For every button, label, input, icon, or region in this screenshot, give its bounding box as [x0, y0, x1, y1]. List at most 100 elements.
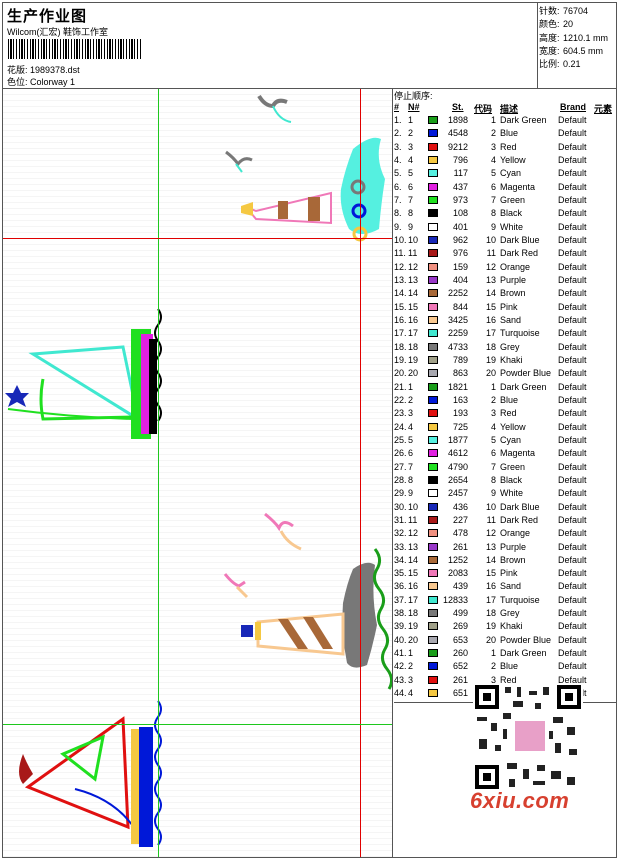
thread-brand: Default	[558, 634, 587, 645]
table-header-row: # N# St. 代码 描述 Brand 元素	[394, 100, 616, 114]
thread-brand: Default	[558, 448, 587, 459]
guide-line-red-vertical	[360, 89, 361, 857]
stitch-count: 796	[452, 154, 468, 165]
stat-label: 宽度:	[539, 45, 560, 56]
table-row: 28. 8 2654 8 Black Default	[394, 474, 616, 487]
color-code: 4	[490, 421, 496, 432]
needle-number: 11	[408, 248, 418, 259]
color-swatch	[428, 449, 438, 458]
color-description: Blue	[500, 661, 519, 672]
color-code: 7	[490, 194, 496, 205]
color-description: Brown	[500, 554, 526, 565]
color-code: 2	[490, 394, 496, 405]
color-code: 14	[485, 288, 496, 299]
stop-number: 40.	[394, 634, 407, 645]
color-swatch	[428, 475, 438, 484]
needle-number: 9	[408, 488, 414, 499]
color-swatch	[428, 422, 438, 431]
color-swatch	[428, 395, 438, 404]
color-swatch	[428, 209, 438, 218]
color-code: 1	[490, 381, 496, 392]
seagull-shape	[223, 573, 246, 588]
color-swatch	[428, 302, 438, 311]
color-swatch	[428, 142, 438, 151]
color-description: Dark Red	[500, 514, 539, 525]
stitch-count: 973	[452, 194, 468, 205]
guide-line-green-horizontal	[3, 724, 392, 725]
embroidery-artwork	[5, 94, 392, 847]
stat-row: 比例: 0.21	[539, 58, 608, 71]
stop-number: 2.	[394, 128, 402, 139]
stitch-count: 3425	[447, 314, 468, 325]
design-value: 1989378.dst	[30, 65, 80, 75]
needle-number: 11	[408, 514, 418, 525]
stop-number: 27.	[394, 461, 407, 472]
stitch-count: 844	[452, 301, 468, 312]
stop-number: 31.	[394, 514, 407, 525]
color-swatch	[428, 689, 438, 698]
color-description: Brown	[500, 288, 526, 299]
stop-number: 13.	[394, 274, 407, 285]
color-description: Powder Blue	[500, 634, 552, 645]
table-row: 38. 18 499 18 Grey Default	[394, 607, 616, 620]
thread-brand: Default	[558, 661, 587, 672]
stitch-count: 163	[452, 394, 468, 405]
table-row: 19. 19 789 19 Khaki Default	[394, 354, 616, 367]
header-divider	[537, 2, 538, 88]
color-description: Green	[500, 194, 526, 205]
stop-number: 14.	[394, 288, 407, 299]
stat-label: 比例:	[539, 59, 560, 70]
color-swatch	[428, 182, 438, 191]
color-description: Magenta	[500, 448, 536, 459]
stop-number: 32.	[394, 528, 407, 539]
stitch-count: 108	[452, 208, 468, 219]
panel-divider	[392, 89, 393, 857]
color-swatch	[428, 502, 438, 511]
stitch-count: 2259	[447, 328, 468, 339]
color-swatch	[428, 369, 438, 378]
thread-brand: Default	[558, 474, 587, 485]
table-row: 34. 14 1252 14 Brown Default	[394, 554, 616, 567]
seagull-shape	[235, 585, 249, 599]
header: 生产作业图 Wilcom(汇宏) 鞋饰工作室 花版: 1989378.dst 色…	[2, 2, 617, 89]
color-description: Dark Blue	[500, 234, 540, 245]
color-code: 13	[485, 274, 496, 285]
stitch-count: 4790	[447, 461, 468, 472]
thread-brand: Default	[558, 128, 587, 139]
color-swatch	[428, 462, 438, 471]
stop-number: 38.	[394, 608, 407, 619]
thread-brand: Default	[558, 141, 587, 152]
stat-value: 604.5 mm	[563, 45, 604, 56]
watermark-text: 6xiu.com	[470, 788, 570, 813]
barcode	[8, 39, 142, 59]
guide-line-red-horizontal	[3, 238, 392, 239]
table-row: 22. 2 163 2 Blue Default	[394, 394, 616, 407]
stop-number: 41.	[394, 648, 407, 659]
table-row: 2. 2 4548 2 Blue Default	[394, 127, 616, 140]
stat-row: 高度: 1210.1 mm	[539, 32, 608, 45]
stitch-count: 789	[452, 354, 468, 365]
seagull-shape	[257, 94, 288, 109]
stop-number: 18.	[394, 341, 407, 352]
sail	[28, 345, 141, 423]
color-description: Grey	[500, 341, 520, 352]
thread-brand: Default	[558, 394, 587, 405]
color-description: White	[500, 488, 524, 499]
table-row: 42. 2 652 2 Blue Default	[394, 660, 616, 673]
seagull-shape	[225, 150, 253, 167]
color-swatch	[428, 342, 438, 351]
needle-number: 20	[408, 634, 419, 645]
stitch-count: 2083	[447, 568, 468, 579]
color-code: 15	[485, 301, 496, 312]
stop-number: 42.	[394, 661, 407, 672]
color-description: Powder Blue	[500, 368, 552, 379]
needle-number: 4	[408, 421, 414, 432]
needle-number: 13	[408, 274, 419, 285]
color-code: 2	[490, 661, 496, 672]
stop-number: 20.	[394, 368, 407, 379]
table-row: 18. 18 4733 18 Grey Default	[394, 341, 616, 354]
studio-name: Wilcom(汇宏) 鞋饰工作室	[7, 27, 108, 37]
color-description: Dark Green	[500, 648, 547, 659]
stat-label: 高度:	[539, 32, 560, 43]
thread-brand: Default	[558, 621, 587, 632]
